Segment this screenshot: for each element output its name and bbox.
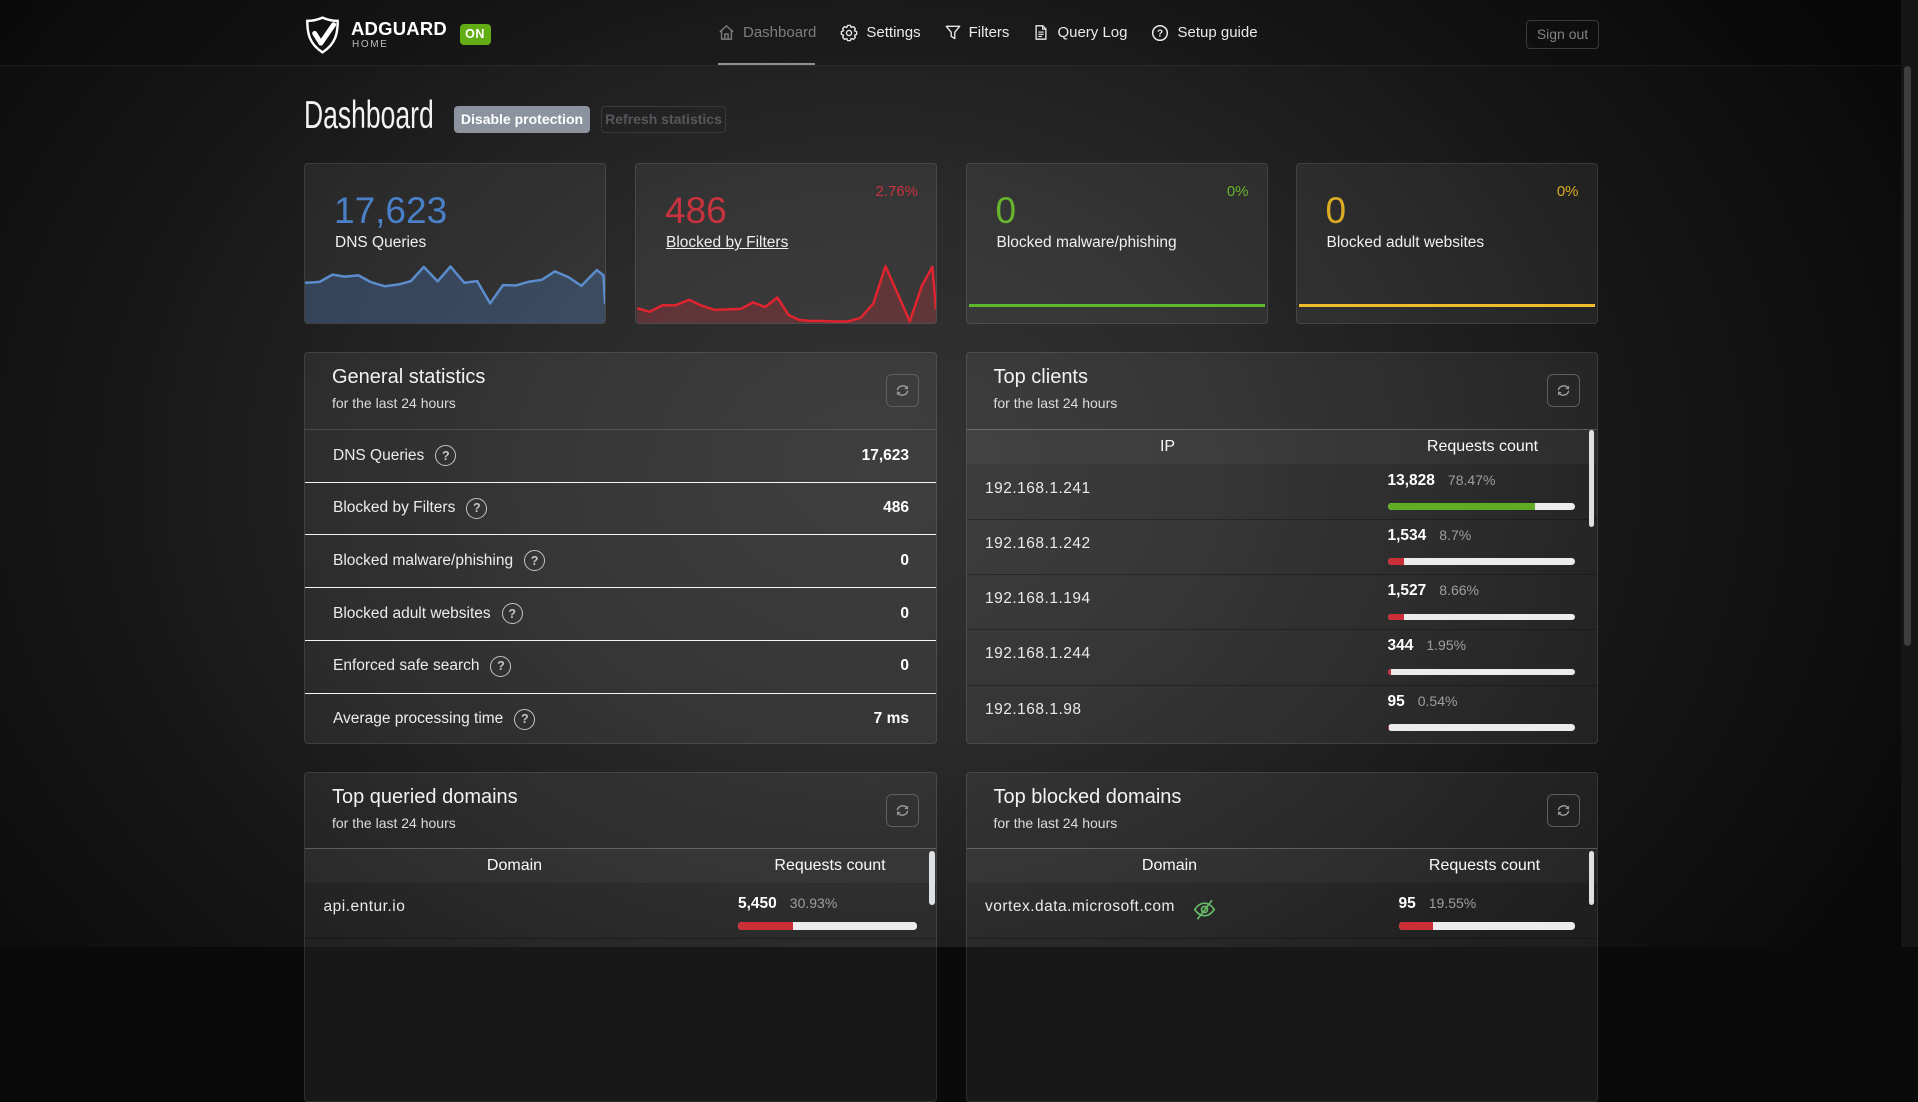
svg-text:?: ? <box>1157 28 1163 39</box>
